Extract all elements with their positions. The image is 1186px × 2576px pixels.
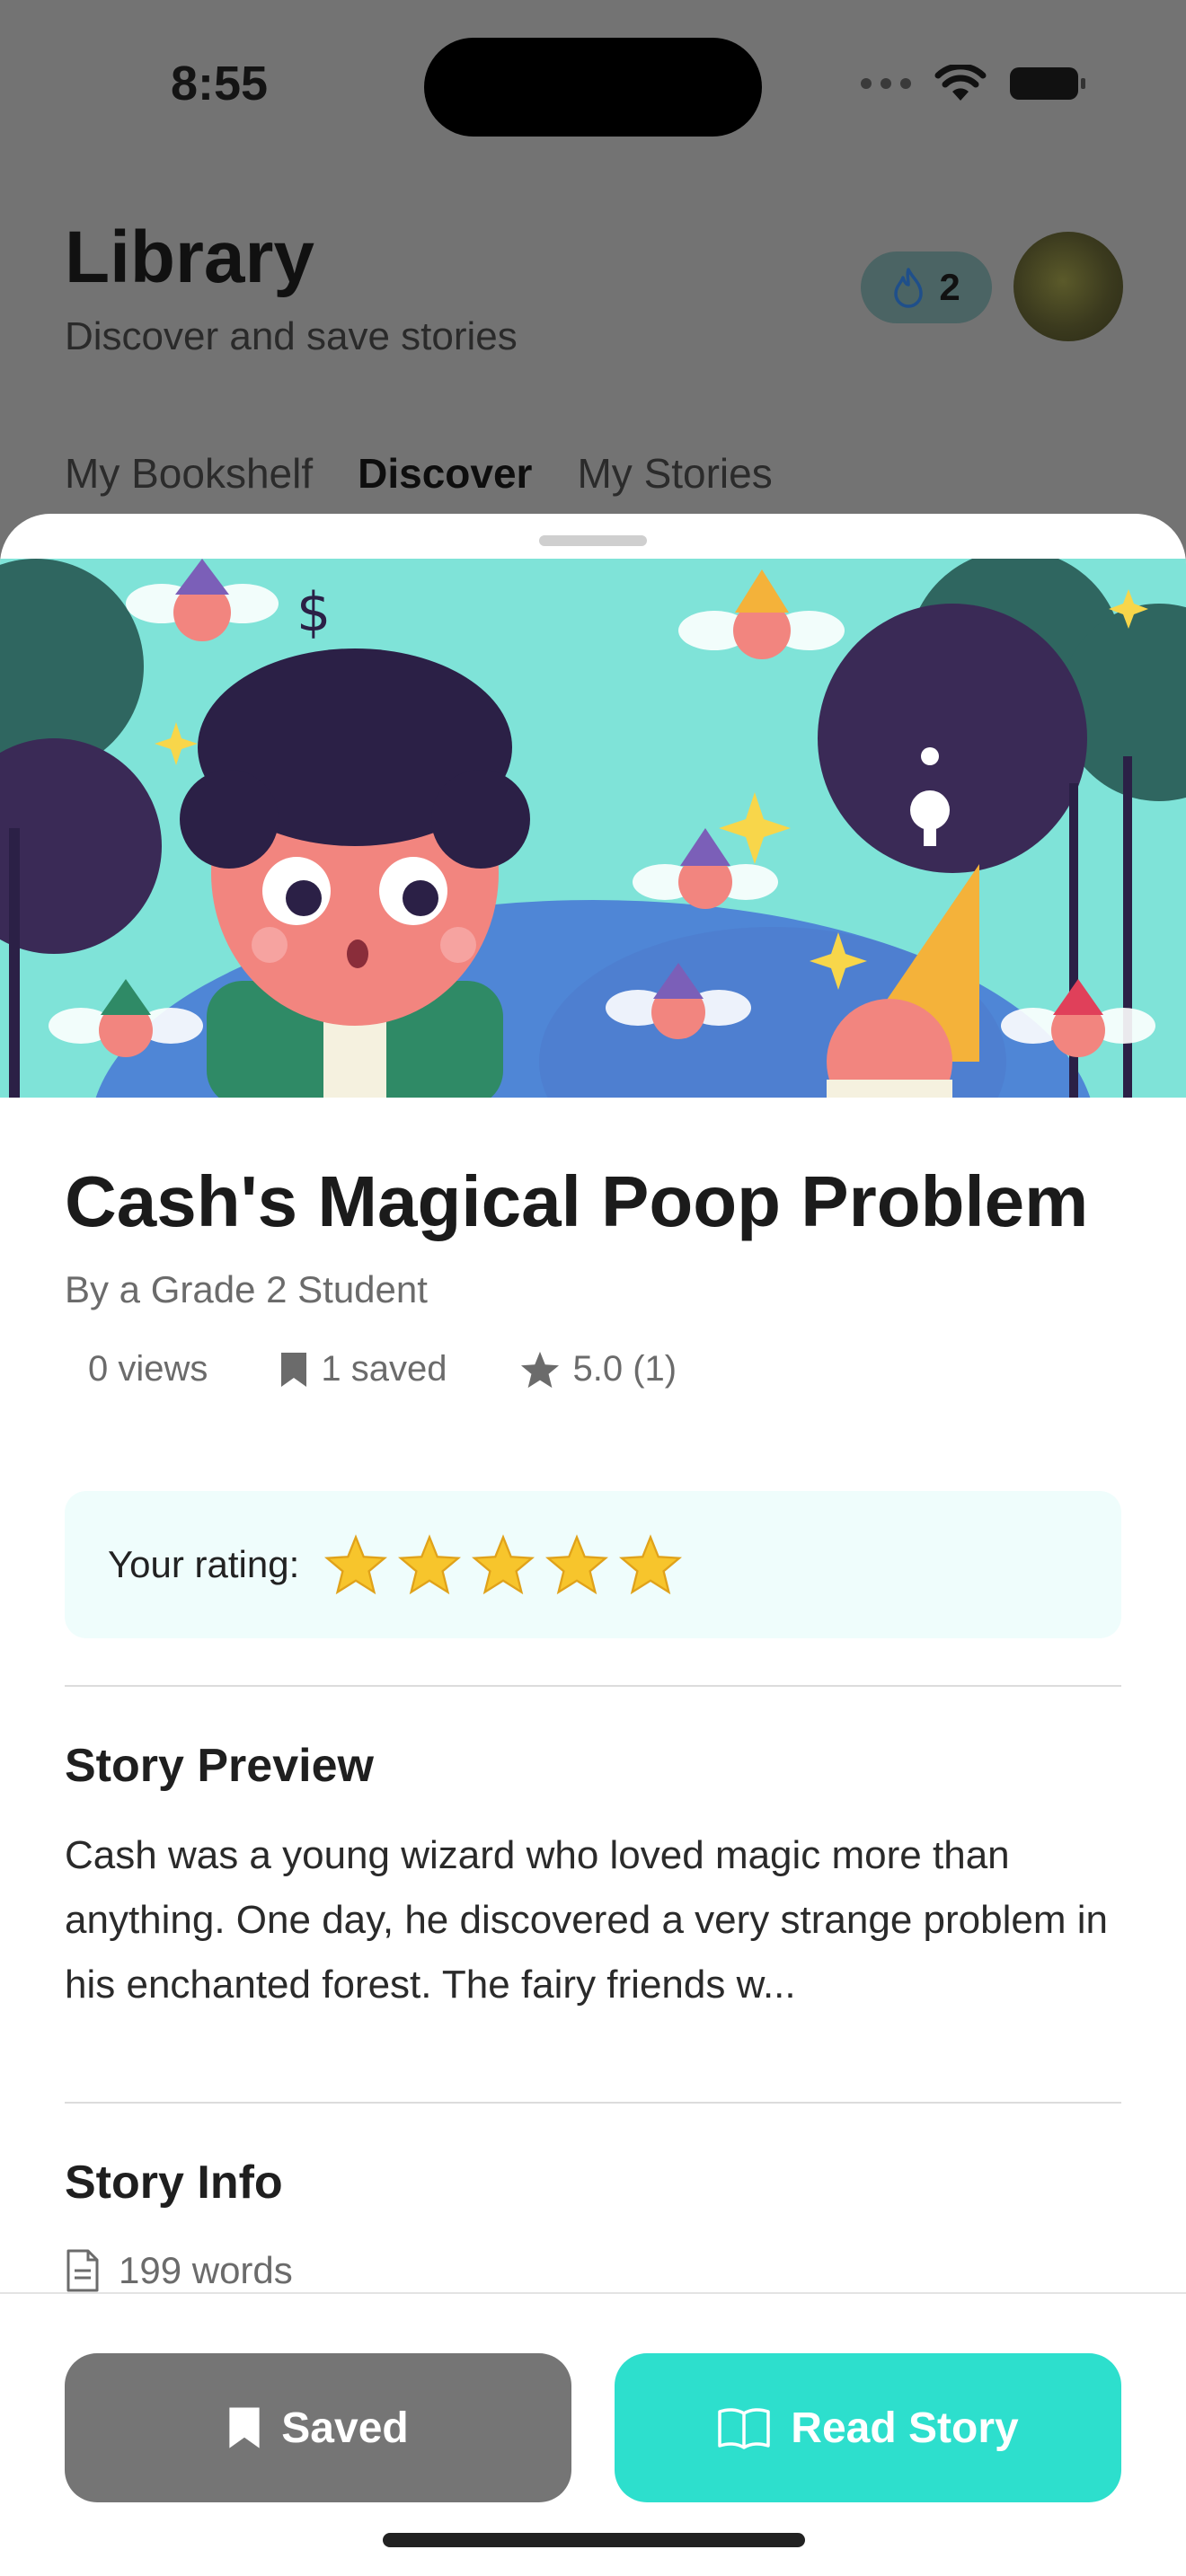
your-rating-label: Your rating: [108, 1543, 300, 1585]
divider [65, 1685, 1121, 1687]
story-detail-sheet: $ Cash's Magical Poop Problem By a Grade… [0, 514, 1186, 2576]
word-count-text: 199 words [119, 2249, 293, 2291]
flame-icon [894, 268, 924, 308]
rating-star-3[interactable] [472, 1534, 535, 1595]
page-subtitle: Discover and save stories [65, 314, 518, 358]
story-preview-heading: Story Preview [65, 1740, 374, 1792]
divider [65, 2102, 1121, 2104]
bookmark-icon [229, 2407, 260, 2448]
views-count: 0 views [88, 1349, 208, 1389]
home-indicator[interactable] [383, 2533, 805, 2547]
page-title: Library [65, 216, 314, 298]
book-open-icon [718, 2408, 771, 2449]
story-preview-text: Cash was a young wizard who loved magic … [65, 1833, 1108, 2007]
read-story-button[interactable]: Read Story [615, 2353, 1121, 2502]
story-stats: 0 views 1 saved 5.0 (1) [65, 1349, 748, 1389]
rating-star-5[interactable] [619, 1534, 683, 1595]
saved-button[interactable]: Saved [65, 2353, 571, 2502]
tab-my-bookshelf[interactable]: My Bookshelf [65, 449, 313, 498]
streak-badge[interactable]: 2 [861, 251, 992, 323]
bookmark-icon [281, 1352, 307, 1387]
story-info-heading: Story Info [65, 2157, 283, 2209]
word-count: 199 words [65, 2249, 293, 2292]
status-time: 8:55 [171, 57, 269, 110]
status-icons [861, 65, 1085, 102]
your-rating-card: Your rating: [65, 1491, 1121, 1638]
tab-discover[interactable]: Discover [358, 449, 532, 498]
story-title: Cash's Magical Poop Problem [65, 1161, 1089, 1241]
saved-stat: 1 saved [279, 1349, 447, 1389]
saved-count: 1 saved [321, 1349, 447, 1389]
sheet-grabber[interactable] [539, 535, 647, 546]
battery-icon [1010, 67, 1085, 100]
rating-stars [324, 1534, 683, 1595]
story-cover-image: $ [0, 559, 1186, 1098]
svg-text:$: $ [296, 581, 331, 644]
rating-star-2[interactable] [398, 1534, 462, 1595]
read-story-label: Read Story [791, 2404, 1019, 2452]
views-stat: 0 views [88, 1349, 208, 1389]
saved-button-label: Saved [281, 2404, 409, 2452]
star-icon [520, 1351, 559, 1388]
signal-icon [861, 78, 911, 89]
rating-star-1[interactable] [324, 1534, 388, 1595]
action-bar: Saved Read Story [0, 2292, 1186, 2576]
wifi-icon [934, 65, 987, 101]
story-byline: By a Grade 2 Student [65, 1268, 428, 1310]
document-icon [66, 2249, 99, 2292]
dynamic-island [424, 38, 762, 137]
rating-stat: 5.0 (1) [519, 1349, 677, 1389]
rating-value: 5.0 (1) [572, 1349, 677, 1389]
streak-count: 2 [939, 266, 960, 308]
tab-bar: My Bookshelf Discover My Stories [65, 449, 773, 498]
rating-star-4[interactable] [545, 1534, 609, 1595]
avatar[interactable] [1013, 232, 1123, 341]
tab-my-stories[interactable]: My Stories [577, 449, 772, 498]
